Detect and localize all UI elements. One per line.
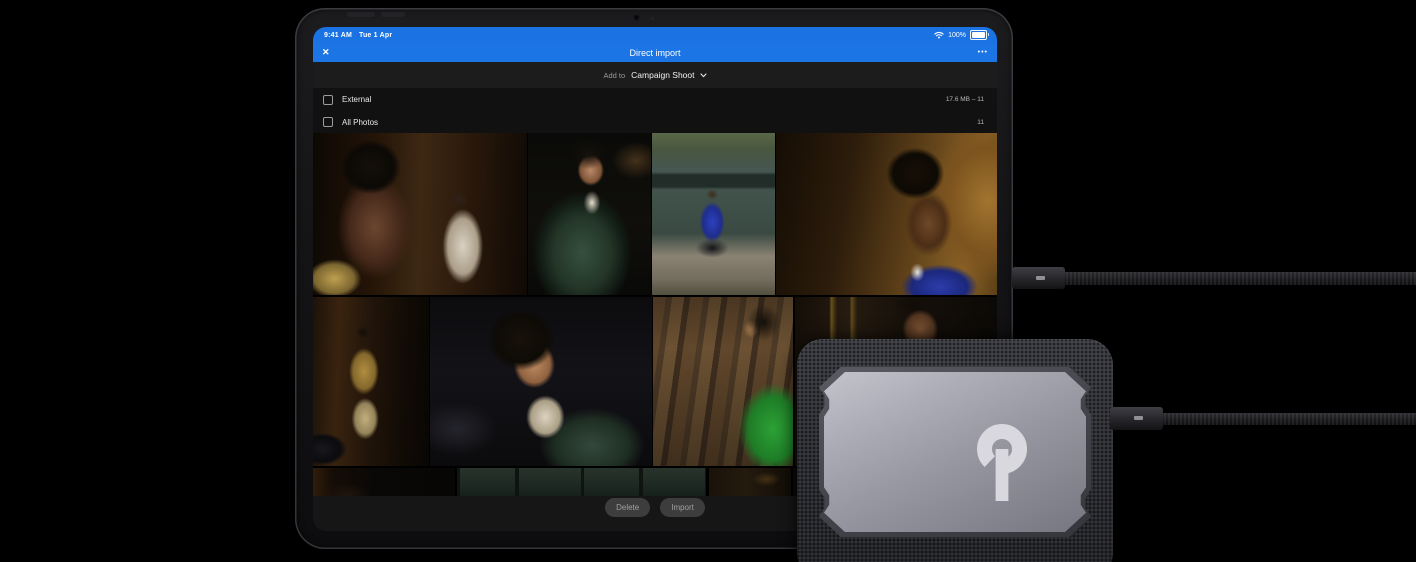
add-to-bar: Add to Campaign Shoot <box>313 62 997 88</box>
page-title: Direct import <box>629 47 681 58</box>
photo-thumbnail[interactable] <box>430 297 652 466</box>
add-to-label: Add to <box>603 70 626 80</box>
battery-icon <box>970 30 989 40</box>
page-root: 9:41 AM Tue 1 Apr 100% ✕ Direct import •… <box>0 0 1416 562</box>
ssd-drive <box>797 339 1113 562</box>
checkbox[interactable] <box>323 117 333 127</box>
checkbox[interactable] <box>323 94 333 105</box>
usb-cable-to-ipad <box>1062 272 1416 285</box>
photo-thumbnail[interactable] <box>457 468 706 496</box>
wifi-icon <box>934 31 944 39</box>
chevron-down-icon <box>699 72 707 77</box>
connector-logo-icon <box>1134 416 1143 420</box>
source-row-external[interactable]: External 17.6 MB – 11 <box>313 88 997 111</box>
source-meta: 11 <box>977 118 984 126</box>
volume-button <box>347 12 375 17</box>
photo-thumbnail[interactable] <box>528 133 651 295</box>
status-date: Tue 1 Apr <box>358 31 393 39</box>
source-meta: 17.6 MB – 11 <box>945 96 984 103</box>
drive-faceplate <box>824 372 1086 532</box>
camera-sensor-icon <box>651 17 654 20</box>
photo-thumbnail[interactable] <box>776 133 997 295</box>
usb-cable-to-drive <box>1160 413 1416 425</box>
cable-connector <box>1110 407 1163 430</box>
battery-percent: 100% <box>948 31 966 39</box>
header-bar: ✕ Direct import ••• <box>313 43 997 62</box>
g-drive-logo-icon <box>977 424 1027 501</box>
source-label: All Photos <box>342 117 379 127</box>
front-camera-icon <box>633 14 640 21</box>
connector-logo-icon <box>1036 276 1045 280</box>
photo-thumbnail[interactable] <box>709 468 791 496</box>
collection-dropdown[interactable]: Campaign Shoot <box>631 70 707 80</box>
photo-thumbnail[interactable] <box>313 297 429 466</box>
photo-thumbnail[interactable] <box>313 468 455 496</box>
source-row-all-photos[interactable]: All Photos 11 <box>313 111 997 133</box>
status-time: 9:41 AM <box>324 31 352 39</box>
collection-name: Campaign Shoot <box>631 70 695 80</box>
photo-thumbnail[interactable] <box>653 297 793 466</box>
source-label: External <box>342 95 372 104</box>
photo-thumbnail[interactable] <box>652 133 775 295</box>
delete-button[interactable]: Delete <box>605 498 651 517</box>
photo-thumbnail[interactable] <box>313 133 527 295</box>
import-button[interactable]: Import <box>660 498 705 517</box>
status-bar: 9:41 AM Tue 1 Apr 100% <box>313 27 997 43</box>
volume-button <box>381 12 405 17</box>
cable-connector <box>1012 267 1065 289</box>
